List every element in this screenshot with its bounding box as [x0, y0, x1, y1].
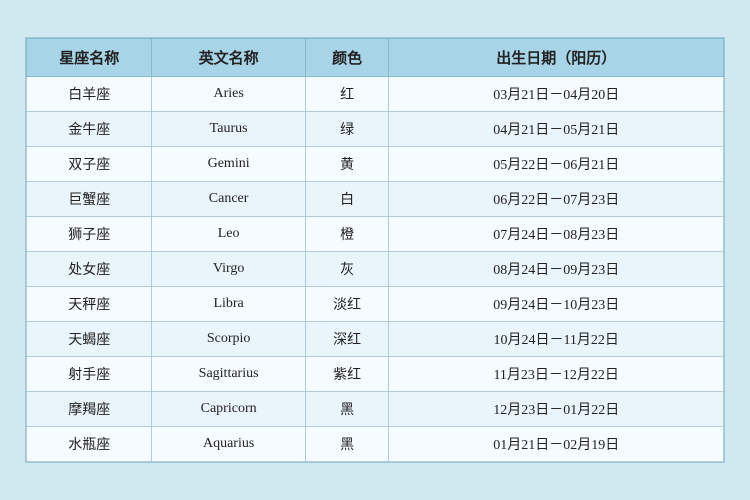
cell-en-name: Aries — [152, 77, 305, 112]
cell-color: 黑 — [305, 427, 389, 462]
cell-zh-name: 天蝎座 — [27, 322, 152, 357]
cell-color: 黄 — [305, 147, 389, 182]
cell-en-name: Gemini — [152, 147, 305, 182]
cell-en-name: Leo — [152, 217, 305, 252]
cell-color: 黑 — [305, 392, 389, 427]
cell-date: 07月24日－08月23日 — [389, 217, 724, 252]
table-row: 金牛座Taurus绿04月21日－05月21日 — [27, 112, 724, 147]
cell-date: 08月24日－09月23日 — [389, 252, 724, 287]
header-en-name: 英文名称 — [152, 39, 305, 77]
cell-zh-name: 白羊座 — [27, 77, 152, 112]
cell-color: 橙 — [305, 217, 389, 252]
cell-zh-name: 狮子座 — [27, 217, 152, 252]
cell-en-name: Capricorn — [152, 392, 305, 427]
cell-color: 淡红 — [305, 287, 389, 322]
cell-date: 04月21日－05月21日 — [389, 112, 724, 147]
table-row: 白羊座Aries红03月21日－04月20日 — [27, 77, 724, 112]
cell-zh-name: 巨蟹座 — [27, 182, 152, 217]
table-row: 狮子座Leo橙07月24日－08月23日 — [27, 217, 724, 252]
table-row: 天蝎座Scorpio深红10月24日－11月22日 — [27, 322, 724, 357]
header-zh-name: 星座名称 — [27, 39, 152, 77]
cell-date: 06月22日－07月23日 — [389, 182, 724, 217]
cell-color: 灰 — [305, 252, 389, 287]
cell-date: 10月24日－11月22日 — [389, 322, 724, 357]
cell-en-name: Aquarius — [152, 427, 305, 462]
cell-en-name: Taurus — [152, 112, 305, 147]
cell-zh-name: 射手座 — [27, 357, 152, 392]
cell-color: 绿 — [305, 112, 389, 147]
cell-en-name: Virgo — [152, 252, 305, 287]
cell-zh-name: 天秤座 — [27, 287, 152, 322]
header-date: 出生日期（阳历） — [389, 39, 724, 77]
cell-en-name: Sagittarius — [152, 357, 305, 392]
zodiac-table: 星座名称 英文名称 颜色 出生日期（阳历） 白羊座Aries红03月21日－04… — [26, 38, 724, 462]
table-row: 双子座Gemini黄05月22日－06月21日 — [27, 147, 724, 182]
cell-zh-name: 处女座 — [27, 252, 152, 287]
table-header-row: 星座名称 英文名称 颜色 出生日期（阳历） — [27, 39, 724, 77]
cell-date: 12月23日－01月22日 — [389, 392, 724, 427]
cell-color: 白 — [305, 182, 389, 217]
cell-date: 01月21日－02月19日 — [389, 427, 724, 462]
cell-date: 03月21日－04月20日 — [389, 77, 724, 112]
cell-en-name: Libra — [152, 287, 305, 322]
table-row: 巨蟹座Cancer白06月22日－07月23日 — [27, 182, 724, 217]
cell-en-name: Cancer — [152, 182, 305, 217]
table-row: 射手座Sagittarius紫红11月23日－12月22日 — [27, 357, 724, 392]
zodiac-table-container: 星座名称 英文名称 颜色 出生日期（阳历） 白羊座Aries红03月21日－04… — [25, 37, 725, 463]
cell-date: 11月23日－12月22日 — [389, 357, 724, 392]
cell-zh-name: 水瓶座 — [27, 427, 152, 462]
cell-date: 05月22日－06月21日 — [389, 147, 724, 182]
cell-color: 红 — [305, 77, 389, 112]
cell-color: 深红 — [305, 322, 389, 357]
cell-color: 紫红 — [305, 357, 389, 392]
table-row: 摩羯座Capricorn黑12月23日－01月22日 — [27, 392, 724, 427]
header-color: 颜色 — [305, 39, 389, 77]
table-row: 水瓶座Aquarius黑01月21日－02月19日 — [27, 427, 724, 462]
cell-en-name: Scorpio — [152, 322, 305, 357]
cell-zh-name: 双子座 — [27, 147, 152, 182]
cell-zh-name: 摩羯座 — [27, 392, 152, 427]
table-row: 处女座Virgo灰08月24日－09月23日 — [27, 252, 724, 287]
cell-zh-name: 金牛座 — [27, 112, 152, 147]
table-row: 天秤座Libra淡红09月24日－10月23日 — [27, 287, 724, 322]
cell-date: 09月24日－10月23日 — [389, 287, 724, 322]
